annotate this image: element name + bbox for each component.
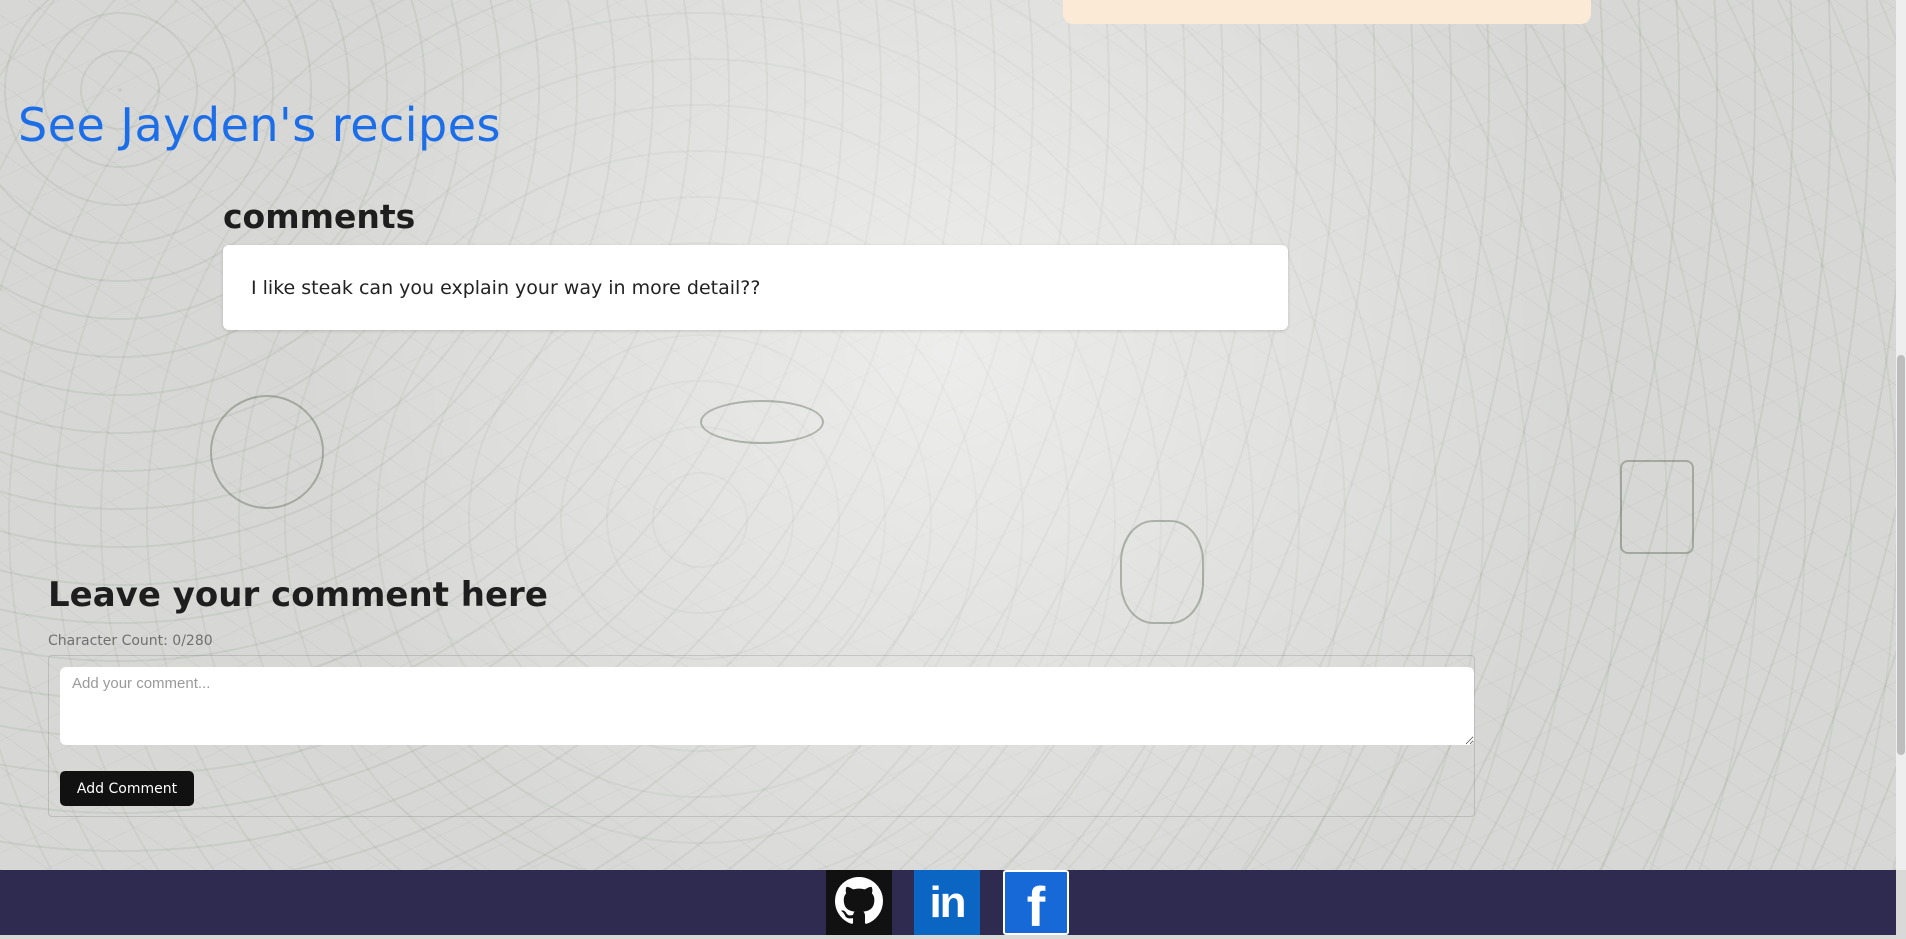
page-scrollbar[interactable] — [1896, 0, 1906, 870]
github-icon — [835, 876, 883, 929]
comment-textarea[interactable] — [60, 667, 1474, 745]
doodle-decoration — [210, 395, 324, 509]
comment-text: I like steak can you explain your way in… — [251, 277, 761, 299]
github-link[interactable] — [826, 870, 892, 935]
comment-card: I like steak can you explain your way in… — [223, 245, 1288, 330]
linkedin-icon: in — [929, 877, 966, 927]
add-comment-button[interactable]: Add Comment — [60, 771, 194, 806]
doodle-decoration — [700, 400, 824, 444]
doodle-decoration — [1620, 460, 1694, 554]
facebook-link[interactable]: f — [1003, 870, 1069, 938]
linkedin-link[interactable]: in — [914, 870, 980, 935]
facebook-icon: f — [1026, 875, 1046, 938]
scrollbar-thumb[interactable] — [1897, 355, 1905, 755]
character-count: Character Count: 0/280 — [48, 633, 213, 649]
comments-heading: comments — [223, 197, 416, 236]
recipe-card-bottom-edge — [1063, 0, 1591, 24]
leave-comment-heading: Leave your comment here — [48, 575, 548, 615]
doodle-decoration — [1120, 520, 1204, 624]
see-recipes-link[interactable]: See Jayden's recipes — [18, 98, 501, 152]
